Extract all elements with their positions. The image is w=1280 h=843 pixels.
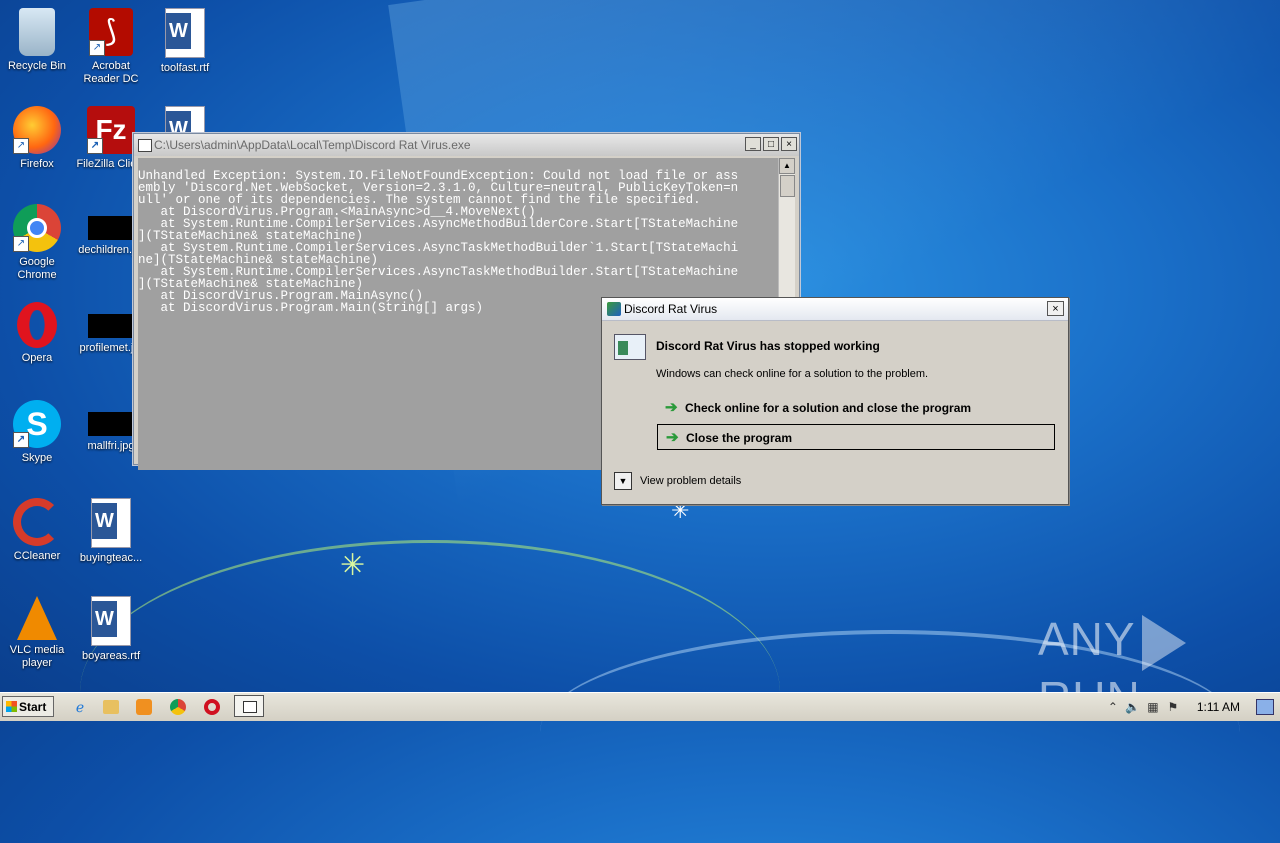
app-icon [607,302,621,316]
desktop-icon-opera[interactable]: Opera [0,298,74,365]
chrome-icon: ↗ [13,204,61,252]
wallpaper-sparkle: ✳ [340,549,366,582]
filezilla-icon: Fz ↗ [87,106,135,154]
desktop-icon-label: boyareas.rtf [81,650,141,662]
skype-icon: S ↗ [13,400,61,448]
desktop-icon-boyareas[interactable]: W boyareas.rtf [74,592,148,663]
dialog-title: Discord Rat Virus [624,302,718,316]
console-titlebar[interactable]: C:\Users\admin\AppData\Local\Temp\Discor… [134,134,799,156]
view-problem-details[interactable]: ▼ View problem details [614,472,741,490]
desktop-icon-chrome[interactable]: ↗ Google Chrome [0,200,74,282]
desktop-icon-buyingteac[interactable]: W buyingteac... [74,494,148,565]
windows-logo-icon [6,701,17,712]
vlc-icon [17,596,57,640]
console-icon [138,139,152,152]
desktop-icon-vlc[interactable]: VLC media player [0,592,74,670]
view-details-label: View problem details [640,475,742,487]
recycle-bin-icon [19,8,55,56]
system-tray: ⌃ 🔈 ▦ ⚑ 1:11 AM [1103,695,1280,719]
chrome-taskbar-icon[interactable] [170,699,186,715]
dialog-subtext: Windows can check online for a solution … [656,368,929,380]
minimize-button[interactable]: _ [745,137,761,151]
scroll-up-icon[interactable]: ▲ [779,158,795,174]
close-program-button[interactable]: ➔ Close the program [657,424,1055,450]
image-file-icon [88,216,134,240]
action-center-flag-icon[interactable]: ⚑ [1163,700,1183,714]
word-doc-icon: W [91,596,131,646]
taskbar: Start ℯ ⌃ 🔈 ▦ ⚑ 1:11 AM [0,692,1280,721]
close-button[interactable]: × [781,137,797,151]
network-icon[interactable]: ▦ [1143,700,1163,714]
desktop-icon-label: Opera [21,352,53,364]
clock[interactable]: 1:11 AM [1197,700,1240,714]
scroll-thumb[interactable] [780,175,795,197]
word-doc-icon: W [91,498,131,548]
image-file-icon [88,412,134,436]
chevron-down-icon[interactable]: ▼ [614,472,632,490]
play-icon [1141,614,1186,671]
start-button[interactable]: Start [2,696,54,717]
desktop-icon-recycle-bin[interactable]: Recycle Bin [0,4,74,73]
start-label: Start [19,700,47,714]
green-arrow-icon: ➔ [665,399,678,416]
desktop-icon-firefox[interactable]: ↗ Firefox [0,102,74,171]
opera-icon [17,302,57,348]
check-online-button[interactable]: ➔ Check online for a solution and close … [657,395,1055,421]
show-desktop-button[interactable] [1256,699,1274,715]
console-taskbar-button[interactable] [234,695,264,717]
image-file-icon [88,314,134,338]
acrobat-icon: ⟆ ↗ [89,8,133,56]
desktop-icon-skype[interactable]: S ↗ Skype [0,396,74,465]
firefox-icon: ↗ [13,106,61,154]
volume-icon[interactable]: 🔈 [1123,700,1143,714]
word-doc-icon: W [165,8,205,58]
desktop-icon-label: buyingteac... [79,552,143,564]
dialog-titlebar[interactable]: Discord Rat Virus × [602,298,1068,321]
desktop-icon-label: Acrobat Reader DC [83,60,139,85]
check-online-label: Check online for a solution and close th… [685,401,972,415]
desktop-icon-label: Skype [21,452,53,464]
program-window-icon [614,334,646,360]
desktop-icon-acrobat[interactable]: ⟆ ↗ Acrobat Reader DC [74,4,148,86]
media-player-icon[interactable] [136,699,152,715]
file-explorer-icon[interactable] [103,700,119,714]
desktop-icon-label: Recycle Bin [7,60,67,72]
watermark-left: ANY [1038,613,1136,665]
green-arrow-icon: ➔ [666,429,679,446]
desktop-icon-label: Google Chrome [17,256,57,281]
desktop-icon-label: CCleaner [13,550,61,562]
close-program-label: Close the program [686,431,793,445]
desktop-icon-label: Firefox [20,158,54,170]
desktop-icon-label: toolfast.rtf [160,62,210,74]
desktop-icon-toolfast[interactable]: W toolfast.rtf [148,4,222,75]
internet-explorer-icon[interactable]: ℯ [70,697,90,717]
desktop-icon-ccleaner[interactable]: CCleaner [0,494,74,563]
desktop-icon-label: VLC media player [9,644,65,669]
maximize-button[interactable]: □ [763,137,779,151]
show-hidden-icons-icon[interactable]: ⌃ [1103,700,1123,714]
dialog-heading: Discord Rat Virus has stopped working [656,339,880,353]
ccleaner-icon [13,498,61,546]
error-dialog[interactable]: Discord Rat Virus × Discord Rat Virus ha… [601,297,1069,505]
opera-taskbar-icon[interactable] [204,699,220,715]
dialog-close-button[interactable]: × [1047,301,1064,316]
console-title: C:\Users\admin\AppData\Local\Temp\Discor… [154,138,471,152]
